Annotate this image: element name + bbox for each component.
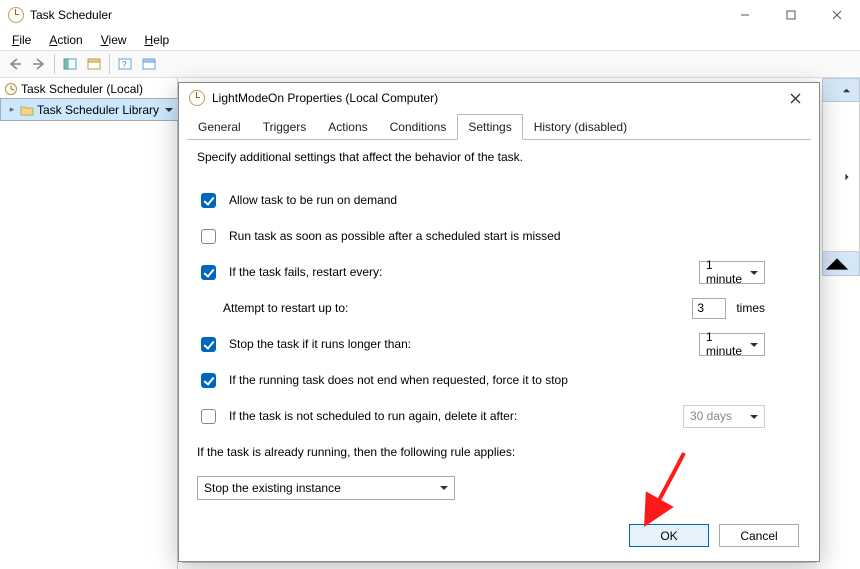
menu-bar: File Action View Help [0, 30, 860, 50]
menu-file[interactable]: File [4, 31, 39, 49]
stop-long-task-label: Stop the task if it runs longer than: [229, 337, 411, 351]
nav-back-button[interactable] [4, 53, 26, 75]
restart-on-fail-checkbox[interactable] [201, 265, 216, 280]
tab-actions[interactable]: Actions [317, 114, 378, 140]
running-rule-select[interactable]: Stop the existing instance [197, 476, 455, 500]
already-running-label: If the task is already running, then the… [197, 445, 515, 459]
ok-button[interactable]: OK [629, 524, 709, 547]
svg-text:?: ? [122, 60, 127, 69]
tree-pane: Task Scheduler (Local) ▸ Task Scheduler … [0, 78, 178, 569]
minimize-button[interactable] [722, 0, 768, 30]
tree-child-label: Task Scheduler Library [37, 103, 159, 117]
folder-icon [20, 103, 34, 117]
restart-interval-select[interactable]: 1 minute [699, 261, 765, 284]
tab-settings[interactable]: Settings [457, 114, 522, 140]
stop-duration-select[interactable]: 1 minute [699, 333, 765, 356]
toolbar: ? [0, 50, 860, 78]
show-action-pane-button[interactable] [59, 53, 81, 75]
restart-upto-label: Attempt to restart up to: [223, 301, 348, 315]
restart-on-fail-label: If the task fails, restart every: [229, 265, 382, 279]
nav-forward-button[interactable] [28, 53, 50, 75]
force-stop-label: If the running task does not end when re… [229, 373, 568, 387]
delete-days-select: 30 days [683, 405, 765, 428]
force-stop-checkbox[interactable] [201, 373, 216, 388]
clock-icon [189, 90, 205, 106]
stop-long-task-checkbox[interactable] [201, 337, 216, 352]
toolbar-separator [109, 54, 110, 74]
tree-child[interactable]: ▸ Task Scheduler Library [0, 98, 180, 121]
menu-view[interactable]: View [93, 31, 135, 49]
dialog-close-button[interactable] [781, 87, 809, 109]
menu-action[interactable]: Action [41, 31, 90, 49]
times-label: times [736, 301, 765, 315]
tab-history[interactable]: History (disabled) [523, 114, 638, 140]
allow-on-demand-label: Allow task to be run on demand [229, 193, 397, 207]
dialog-title: LightModeOn Properties (Local Computer) [212, 91, 781, 105]
window-title: Task Scheduler [30, 8, 722, 22]
close-button[interactable] [814, 0, 860, 30]
toolbar-separator [54, 54, 55, 74]
app-icon [8, 7, 24, 23]
new-view-button[interactable] [138, 53, 160, 75]
tree-root[interactable]: Task Scheduler (Local) [0, 80, 177, 98]
properties-dialog: LightModeOn Properties (Local Computer) … [178, 82, 820, 562]
allow-on-demand-checkbox[interactable] [201, 193, 216, 208]
actions-scroll[interactable] [822, 102, 860, 252]
chevron-right-icon: ▸ [7, 104, 17, 115]
clock-icon [4, 82, 18, 96]
tab-conditions[interactable]: Conditions [379, 114, 458, 140]
tab-general[interactable]: General [187, 114, 252, 140]
actions-collapse-1[interactable] [822, 78, 860, 102]
run-asap-checkbox[interactable] [201, 229, 216, 244]
actions-collapse-2[interactable] [822, 252, 860, 276]
cancel-button[interactable]: Cancel [719, 524, 799, 547]
delete-after-checkbox[interactable] [201, 409, 216, 424]
delete-after-label: If the task is not scheduled to run agai… [229, 409, 517, 423]
restart-count-input[interactable] [692, 298, 726, 319]
maximize-button[interactable] [768, 0, 814, 30]
help-button[interactable]: ? [114, 53, 136, 75]
properties-button[interactable] [83, 53, 105, 75]
menu-help[interactable]: Help [137, 31, 178, 49]
settings-description: Specify additional settings that affect … [197, 150, 801, 164]
run-asap-label: Run task as soon as possible after a sch… [229, 229, 561, 243]
tab-triggers[interactable]: Triggers [252, 114, 318, 140]
tree-root-label: Task Scheduler (Local) [21, 82, 143, 96]
